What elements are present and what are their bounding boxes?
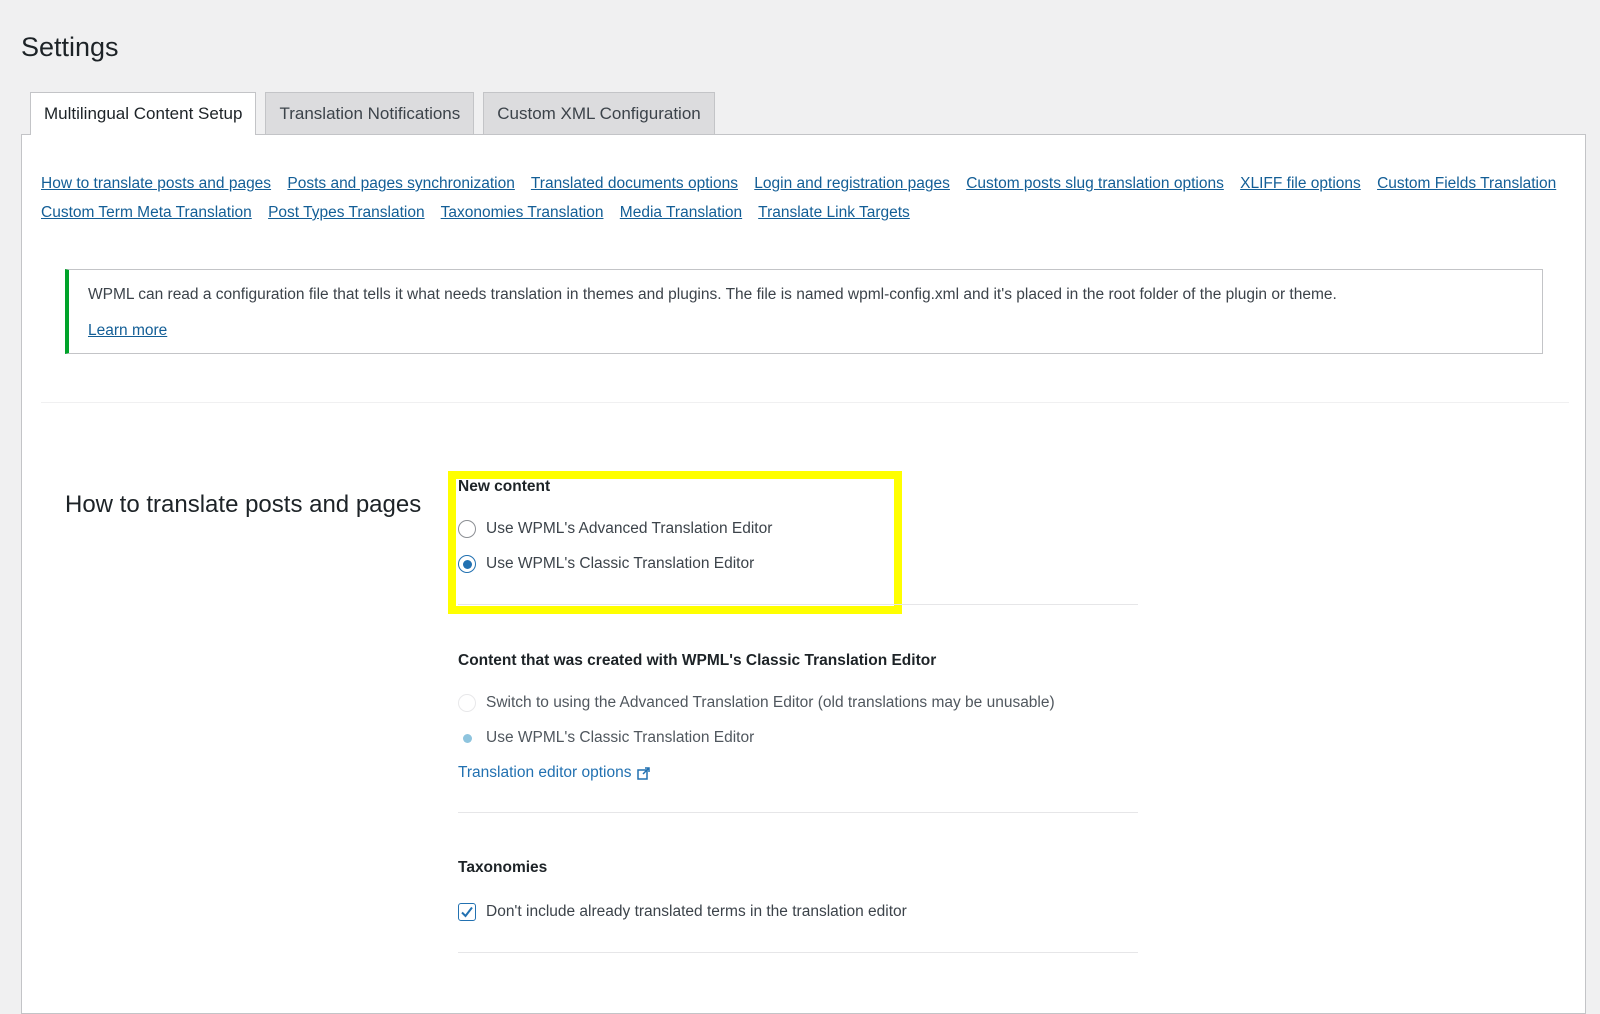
option-label: Use WPML's Classic Translation Editor bbox=[486, 555, 755, 572]
divider bbox=[458, 604, 1138, 605]
quick-link-custom-posts-slug[interactable]: Custom posts slug translation options bbox=[966, 175, 1224, 192]
section-title: How to translate posts and pages bbox=[65, 490, 422, 518]
option-label: Switch to using the Advanced Translation… bbox=[486, 694, 1055, 711]
taxonomies-heading: Taxonomies bbox=[458, 859, 548, 876]
existing-content-option-switch[interactable]: Switch to using the Advanced Translation… bbox=[458, 694, 1055, 712]
quick-link-post-types[interactable]: Post Types Translation bbox=[268, 204, 425, 221]
taxonomies-checkbox[interactable] bbox=[458, 903, 476, 921]
new-content-heading: New content bbox=[458, 478, 551, 495]
learn-more-link[interactable]: Learn more bbox=[88, 322, 167, 340]
quick-link-taxonomies[interactable]: Taxonomies Translation bbox=[441, 204, 604, 221]
section-divider bbox=[41, 402, 1569, 403]
quick-link-link-targets[interactable]: Translate Link Targets bbox=[758, 204, 910, 221]
tab-multilingual-content-setup[interactable]: Multilingual Content Setup bbox=[30, 92, 257, 135]
quick-link-login-registration[interactable]: Login and registration pages bbox=[754, 175, 950, 192]
quick-link-media[interactable]: Media Translation bbox=[620, 204, 742, 221]
divider bbox=[458, 952, 1138, 953]
radio-switch-advanced[interactable] bbox=[458, 694, 476, 712]
existing-content-heading: Content that was created with WPML's Cla… bbox=[458, 652, 937, 669]
quick-link-custom-term-meta[interactable]: Custom Term Meta Translation bbox=[41, 204, 252, 221]
quick-link-translated-documents[interactable]: Translated documents options bbox=[531, 175, 738, 192]
option-label: Don't include already translated terms i… bbox=[486, 903, 907, 920]
tab-translation-notifications[interactable]: Translation Notifications bbox=[265, 92, 475, 134]
new-content-option-advanced[interactable]: Use WPML's Advanced Translation Editor bbox=[458, 520, 772, 538]
external-link-icon bbox=[637, 766, 651, 780]
page-title: Settings bbox=[21, 32, 119, 63]
radio-keep-classic[interactable] bbox=[458, 729, 476, 747]
settings-tabs: Multilingual Content Setup Translation N… bbox=[30, 92, 724, 135]
new-content-option-classic[interactable]: Use WPML's Classic Translation Editor bbox=[458, 555, 754, 573]
settings-panel: How to translate posts and pages Posts a… bbox=[21, 134, 1586, 1014]
quick-link-how-to-translate[interactable]: How to translate posts and pages bbox=[41, 175, 271, 192]
notice-text: WPML can read a configuration file that … bbox=[88, 286, 1337, 303]
radio-advanced-editor[interactable] bbox=[458, 520, 476, 538]
option-label: Use WPML's Advanced Translation Editor bbox=[486, 520, 773, 537]
option-label: Use WPML's Classic Translation Editor bbox=[486, 729, 755, 746]
existing-content-option-classic[interactable]: Use WPML's Classic Translation Editor bbox=[458, 729, 754, 747]
quick-links: How to translate posts and pages Posts a… bbox=[41, 169, 1571, 227]
tab-custom-xml-configuration[interactable]: Custom XML Configuration bbox=[483, 92, 715, 134]
radio-classic-editor[interactable] bbox=[458, 555, 476, 573]
translation-editor-options-link[interactable]: Translation editor options bbox=[458, 764, 651, 782]
checkmark-icon bbox=[461, 906, 473, 918]
link-label: Translation editor options bbox=[458, 764, 632, 781]
divider bbox=[458, 812, 1138, 813]
config-notice: WPML can read a configuration file that … bbox=[65, 269, 1543, 354]
quick-link-xliff-options[interactable]: XLIFF file options bbox=[1240, 175, 1361, 192]
quick-link-custom-fields[interactable]: Custom Fields Translation bbox=[1377, 175, 1556, 192]
taxonomies-option[interactable]: Don't include already translated terms i… bbox=[458, 903, 907, 921]
quick-link-posts-pages-sync[interactable]: Posts and pages synchronization bbox=[287, 175, 514, 192]
